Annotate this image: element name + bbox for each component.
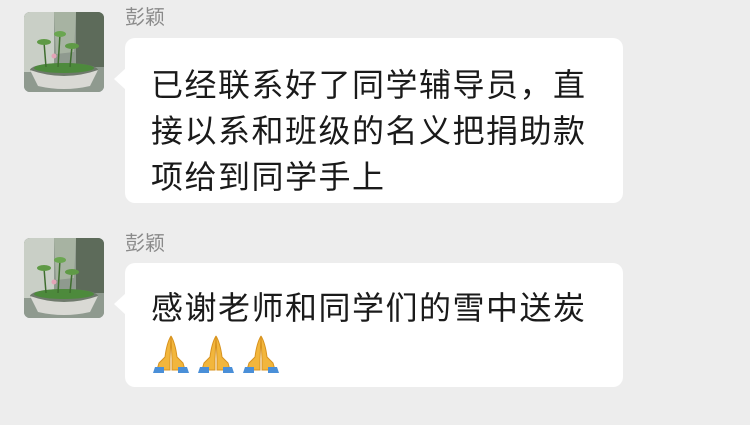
message-text: 已经联系好了同学辅导员，直接以系和班级的名义把捐助款项给到同学手上: [151, 66, 587, 196]
folded-hands-icon: [196, 333, 236, 373]
emoji-row: [151, 333, 603, 377]
avatar[interactable]: [24, 238, 104, 318]
message-bubble[interactable]: 感谢老师和同学们的雪中送炭: [114, 263, 623, 387]
avatar[interactable]: [24, 12, 104, 92]
avatar-image: [24, 12, 104, 92]
sender-name: 彭颖: [125, 5, 165, 29]
sender-name: 彭颖: [125, 231, 165, 255]
message-bubble[interactable]: 已经联系好了同学辅导员，直接以系和班级的名义把捐助款项给到同学手上: [114, 38, 623, 203]
avatar-image: [24, 238, 104, 318]
folded-hands-icon: [241, 333, 281, 373]
message-text: 感谢老师和同学们的雪中送炭: [151, 289, 587, 327]
folded-hands-icon: [151, 333, 191, 373]
